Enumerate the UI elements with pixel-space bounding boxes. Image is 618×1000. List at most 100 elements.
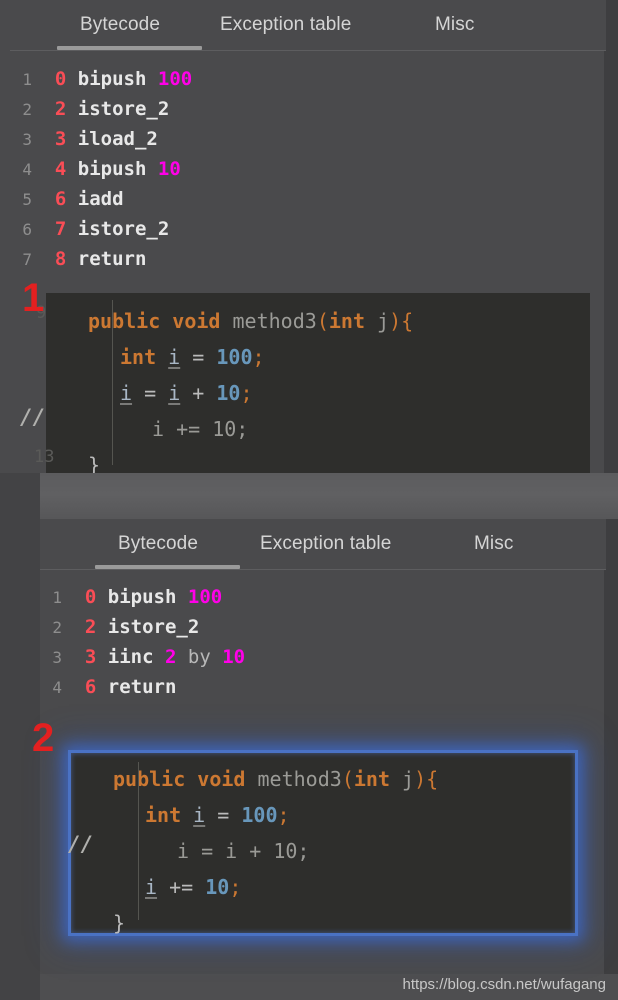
code-token (390, 767, 402, 791)
bytecode-row[interactable]: 5 6 iadd (10, 184, 192, 214)
code-token (180, 381, 192, 405)
code-token: j (377, 309, 389, 333)
code-line[interactable]: i += 10; (71, 869, 569, 905)
tab-bytecode[interactable]: Bytecode (80, 14, 160, 36)
code-line[interactable]: } (71, 905, 569, 941)
annotation-number-2: 2 (32, 718, 54, 758)
code-token (365, 309, 377, 333)
bytecode-opcode: bipush (108, 586, 177, 608)
bytecode-row[interactable]: 1 0 bipush 100 (10, 64, 192, 94)
tab-bar-panel-2: Bytecode Exception table Misc (40, 519, 606, 570)
code-token: + (192, 381, 204, 405)
code-token: ) (414, 767, 426, 791)
spacer (62, 586, 85, 608)
bytecode-row[interactable]: 6 7 istore_2 (10, 214, 192, 244)
spacer (32, 98, 55, 120)
code-token (156, 381, 168, 405)
spacer (96, 676, 107, 698)
code-line[interactable]: i = i + 10; (46, 375, 590, 411)
tab-exception-table[interactable]: Exception table (260, 533, 391, 555)
code-token: int (329, 309, 365, 333)
spacer (66, 98, 77, 120)
source-code-block-2[interactable]: public void method3(int j){int i = 100;i… (71, 753, 569, 935)
tab-exception-table[interactable]: Exception table (220, 14, 351, 36)
panel-2-right-edge (604, 519, 618, 1000)
spacer (66, 248, 77, 270)
code-line[interactable]: public void method3(int j){ (46, 303, 590, 339)
spacer (66, 158, 77, 180)
spacer (32, 218, 55, 240)
bytecode-opcode: bipush (78, 68, 147, 90)
code-token (156, 345, 168, 369)
code-token: public (88, 309, 160, 333)
bytecode-row[interactable]: 7 8 return (10, 244, 192, 274)
code-token: i += 10; (152, 417, 248, 441)
code-line[interactable]: i = i + 10; (71, 833, 569, 869)
code-token: ; (252, 345, 264, 369)
code-token (157, 875, 169, 899)
code-token: } (113, 911, 125, 935)
bytecode-operand: 10 (222, 646, 245, 668)
tab-misc[interactable]: Misc (435, 14, 474, 36)
bytecode-row[interactable]: 4 6 return (40, 672, 245, 702)
bytecode-opcode: return (78, 248, 147, 270)
code-token: i = i + 10; (177, 839, 309, 863)
code-token: i (193, 803, 205, 827)
bytecode-listing-panel-1: 1 0 bipush 1002 2 istore_23 3 iload_24 4… (10, 64, 192, 274)
bytecode-line-number: 2 (10, 95, 32, 125)
panel-1-right-edge (604, 0, 618, 478)
bytecode-row[interactable]: 4 4 bipush 10 (10, 154, 192, 184)
code-token: i (145, 875, 157, 899)
bytecode-operand: 100 (188, 586, 222, 608)
spacer (62, 676, 85, 698)
spacer (32, 248, 55, 270)
code-token: { (401, 309, 413, 333)
watermark-url: https://blog.csdn.net/wufagang (403, 976, 606, 993)
bytecode-opcode: istore_2 (108, 616, 200, 638)
bytecode-row[interactable]: 2 2 istore_2 (40, 612, 245, 642)
spacer (62, 646, 85, 668)
spacer (146, 68, 157, 90)
bytecode-row[interactable]: 2 2 istore_2 (10, 94, 192, 124)
code-token (185, 767, 197, 791)
code-token (229, 803, 241, 827)
code-line[interactable]: int i = 100; (71, 797, 569, 833)
code-token: 10 (205, 875, 229, 899)
code-token: { (426, 767, 438, 791)
bytecode-line-number: 3 (10, 125, 32, 155)
spacer (96, 586, 107, 608)
bytecode-offset: 8 (55, 244, 66, 274)
bytecode-row[interactable]: 3 3 iinc 2 by 10 (40, 642, 245, 672)
spacer (32, 68, 55, 90)
code-token: 10 (216, 381, 240, 405)
bytecode-opcode: istore_2 (78, 98, 170, 120)
code-token: int (354, 767, 390, 791)
bytecode-operand: 2 (165, 646, 176, 668)
code-token: ) (389, 309, 401, 333)
tab-bytecode[interactable]: Bytecode (118, 533, 198, 555)
code-token (180, 345, 192, 369)
bytecode-row[interactable]: 1 0 bipush 100 (40, 582, 245, 612)
bytecode-viewer-panel-1: Bytecode Exception table Misc 1 0 bipush… (0, 0, 618, 478)
tab-misc[interactable]: Misc (474, 533, 513, 555)
source-code-block-1[interactable]: public void method3(int j){int i = 100;i… (46, 293, 590, 483)
bytecode-opcode: iadd (78, 188, 124, 210)
bytecode-offset: 3 (55, 124, 66, 154)
code-token: = (144, 381, 156, 405)
spacer (154, 646, 165, 668)
spacer (32, 158, 55, 180)
code-token: i (168, 381, 180, 405)
code-token: public (113, 767, 185, 791)
code-token: int (145, 803, 181, 827)
bytecode-row[interactable]: 3 3 iload_2 (10, 124, 192, 154)
code-line[interactable]: int i = 100; (46, 339, 590, 375)
bytecode-opcode: bipush (78, 158, 147, 180)
comment-marker: // (68, 832, 93, 856)
bytecode-listing-panel-2: 1 0 bipush 1002 2 istore_23 3 iinc 2 by … (40, 582, 245, 702)
code-token: i (168, 345, 180, 369)
code-line[interactable]: i += 10; (46, 411, 590, 447)
separator-left-gap (0, 473, 40, 521)
code-line[interactable]: public void method3(int j){ (71, 761, 569, 797)
code-token (220, 309, 232, 333)
code-token (181, 803, 193, 827)
